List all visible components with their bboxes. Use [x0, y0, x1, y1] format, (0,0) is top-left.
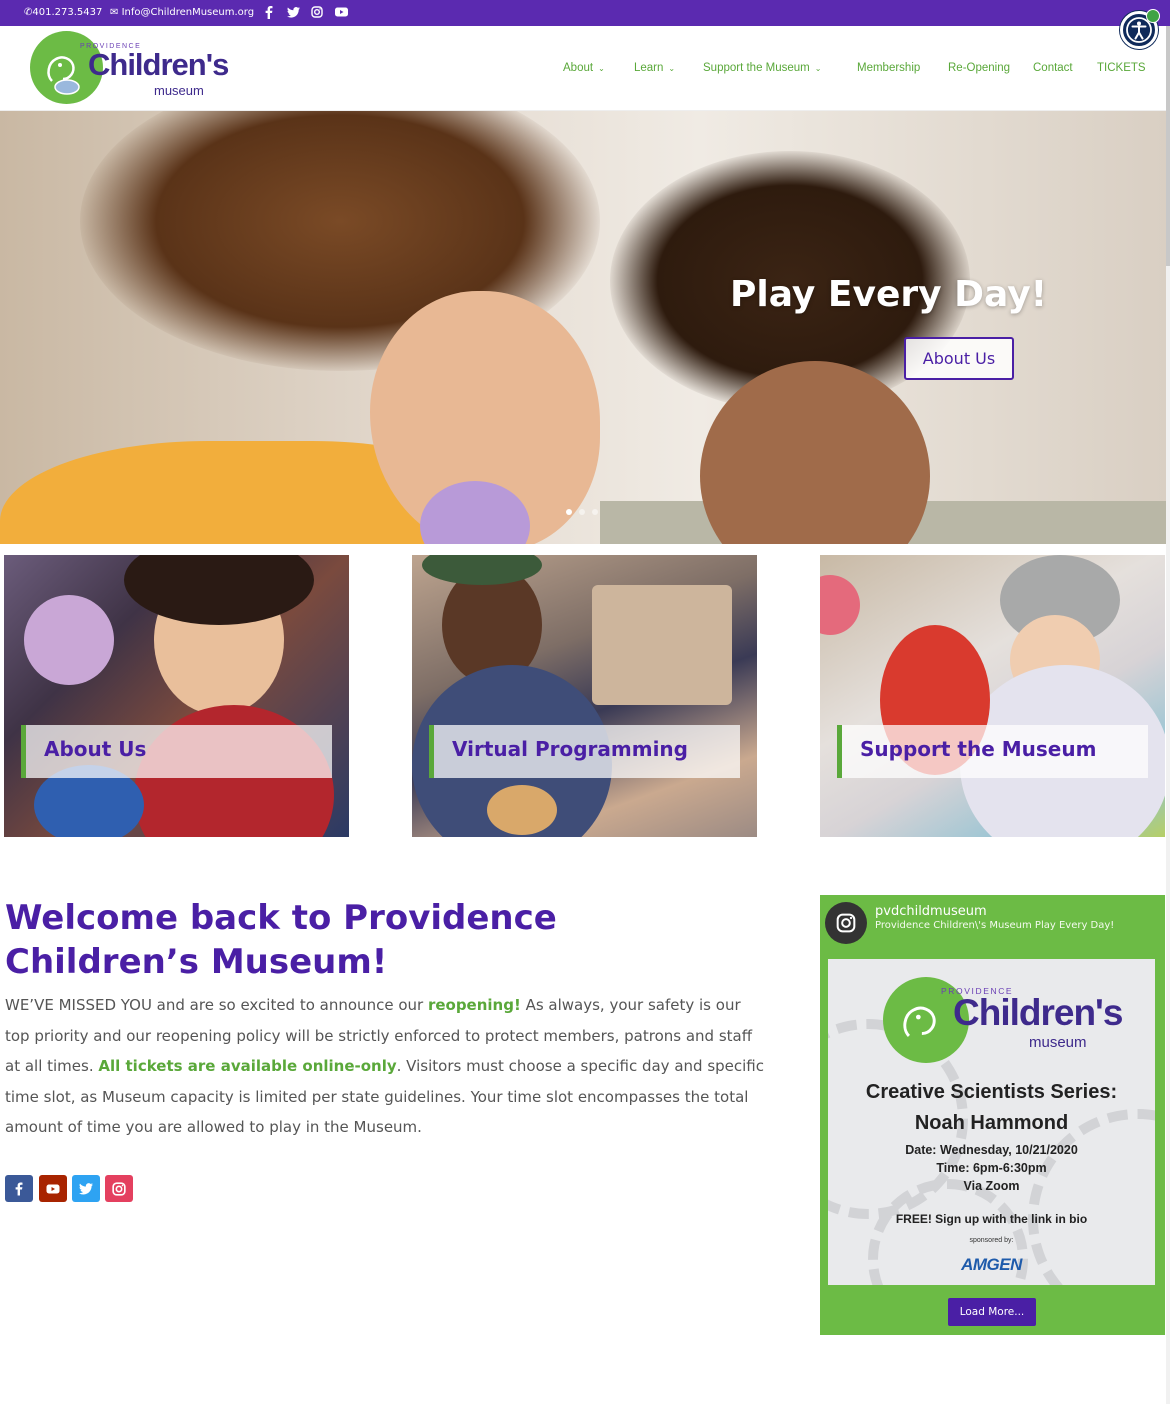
check-icon [1146, 9, 1160, 23]
instagram-feed-widget: pvdchildmuseum Providence Children\'s Mu… [820, 895, 1165, 1335]
welcome-text: WE’VE MISSED YOU and are so excited to a… [5, 996, 764, 1136]
slider-dot[interactable] [566, 509, 572, 515]
top-bar: ✆401.273.5437 ✉ Info@ChildrenMuseum.org [0, 0, 1170, 26]
site-logo[interactable]: PROVIDENCE Children's museum [30, 31, 229, 107]
card-photo-shape [24, 595, 114, 685]
email-link[interactable]: ✉ Info@ChildrenMuseum.org [110, 7, 254, 18]
instagram-icon[interactable] [825, 902, 867, 944]
instagram-username[interactable]: pvdchildmuseum [875, 904, 987, 919]
facebook-icon[interactable] [262, 5, 276, 19]
phone-link[interactable]: ✆401.273.5437 [24, 7, 102, 18]
nav-re-opening[interactable]: Re-Opening [948, 62, 1010, 74]
youtube-icon[interactable] [39, 1175, 67, 1202]
card-label-ribbon: About Us [21, 725, 332, 778]
instagram-bio: Providence Children\'s Museum Play Every… [875, 920, 1115, 931]
reopening-link[interactable]: reopening! [428, 996, 521, 1014]
instagram-post[interactable]: PROVIDENCE Children's museum Creative Sc… [828, 959, 1155, 1285]
load-more-button[interactable]: Load More... [948, 1298, 1036, 1326]
tickets-online-link[interactable]: All tickets are available online-only [98, 1057, 396, 1075]
post-title: Creative Scientists Series: Noah Hammond [865, 1081, 1118, 1134]
card-virtual-programming[interactable]: Virtual Programming [412, 555, 757, 837]
scrollbar-thumb[interactable] [1166, 26, 1170, 266]
nav-learn[interactable]: Learn ⌄ [634, 62, 675, 74]
chevron-down-icon: ⌄ [668, 64, 676, 73]
welcome-heading: Welcome back to Providence Children’s Mu… [5, 898, 557, 982]
instagram-icon[interactable] [105, 1175, 133, 1202]
scrollbar[interactable] [1166, 26, 1170, 1404]
card-label-ribbon: Support the Museum [837, 725, 1148, 778]
card-about-us[interactable]: About Us [4, 555, 349, 837]
envelope-icon: ✉ [110, 7, 122, 18]
nav-membership[interactable]: Membership [857, 62, 920, 74]
facebook-icon[interactable] [5, 1175, 33, 1202]
instagram-icon[interactable] [310, 5, 324, 19]
card-photo-shape [487, 785, 557, 835]
nav-tickets[interactable]: TICKETS [1097, 62, 1146, 74]
hero-about-us-button[interactable]: About Us [904, 337, 1014, 380]
nav-support-the-museum[interactable]: Support the Museum ⌄ [703, 62, 821, 74]
twitter-icon[interactable] [72, 1175, 100, 1202]
youtube-icon[interactable] [334, 5, 348, 19]
accessibility-button[interactable] [1120, 9, 1160, 49]
post-event-info: Date: Wednesday, 10/21/2020 Time: 6pm-6:… [905, 1143, 1078, 1193]
chevron-down-icon: ⌄ [814, 64, 822, 73]
card-label-ribbon: Virtual Programming [429, 725, 740, 778]
slider-dots [566, 509, 598, 515]
nav-about[interactable]: About ⌄ [563, 62, 605, 74]
card-support-the-museum[interactable]: Support the Museum [820, 555, 1165, 837]
slider-dot[interactable] [579, 509, 585, 515]
post-free-note: FREE! Sign up with the link in bio [895, 1212, 1088, 1226]
card-photo-shape [124, 555, 314, 625]
slider-dot[interactable] [592, 509, 598, 515]
card-photo-shape [820, 575, 860, 635]
twitter-icon[interactable] [286, 5, 300, 19]
hero-slider: Play Every Day! About Us [0, 111, 1166, 544]
amgen-logo: AMGEN [961, 1255, 1022, 1274]
card-photo-shape [592, 585, 732, 705]
nav-contact[interactable]: Contact [1033, 62, 1073, 74]
post-sponsored-label: sponsored by: [969, 1237, 1014, 1244]
site-header: PROVIDENCE Children's museum About ⌄ Lear… [0, 26, 1166, 111]
hero-title: Play Every Day! [730, 274, 1048, 315]
chevron-down-icon: ⌄ [598, 64, 605, 73]
